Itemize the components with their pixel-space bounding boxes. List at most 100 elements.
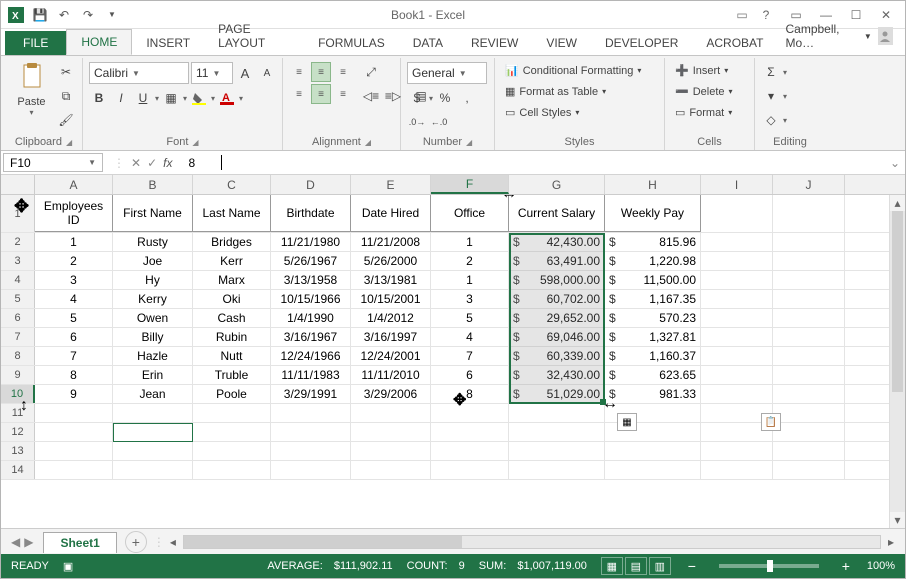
view-normal-icon[interactable]: ▦ [601,557,623,575]
cell[interactable] [701,271,773,289]
scroll-left-icon[interactable]: ◂ [165,534,181,550]
fill-color-icon[interactable] [189,88,209,108]
cell[interactable]: 3/29/2006 [351,385,431,403]
cell[interactable] [701,461,773,479]
cell[interactable]: 3/16/1997 [351,328,431,346]
row-header-12[interactable]: 12 [1,423,35,441]
row-header-7[interactable]: 7 [1,328,35,346]
sheet-tab-1[interactable]: Sheet1 [43,532,116,553]
format-as-table-button[interactable]: ▦Format as Table▾ [501,83,610,100]
cell[interactable] [701,328,773,346]
cell[interactable] [35,461,113,479]
cell[interactable]: 10/15/2001 [351,290,431,308]
view-pagebreak-icon[interactable]: ▥ [649,557,671,575]
increase-decimal-icon[interactable]: .0→ [407,112,427,132]
cell[interactable]: Oki [193,290,271,308]
cell[interactable] [35,423,113,441]
header-employees-id[interactable]: Employees ID [35,195,113,232]
cell[interactable]: 2 [431,252,509,270]
cell[interactable]: 7 [35,347,113,365]
cell[interactable] [701,252,773,270]
cell[interactable] [271,461,351,479]
row-header-8[interactable]: 8 [1,347,35,365]
align-right-icon[interactable]: ≡ [333,84,353,104]
cell[interactable] [35,442,113,460]
cell[interactable]: 1/4/1990 [271,309,351,327]
cell[interactable]: 3/29/1991 [271,385,351,403]
cell[interactable] [351,461,431,479]
cell[interactable] [701,442,773,460]
cell[interactable] [509,404,605,422]
cell[interactable]: 1 [431,233,509,251]
row-header-13[interactable]: 13 [1,442,35,460]
row-header-4[interactable]: 4 [1,271,35,289]
cell[interactable] [701,385,773,403]
save-icon[interactable]: 💾 [29,4,51,26]
row-header-14[interactable]: 14 [1,461,35,479]
cell[interactable]: Bridges [193,233,271,251]
cell[interactable]: 3/16/1967 [271,328,351,346]
cell[interactable]: $63,491.00 [509,252,605,270]
sheet-nav-prev-icon[interactable]: ◀ [11,535,20,549]
cell[interactable] [509,423,605,441]
cell[interactable]: 7 [431,347,509,365]
cell[interactable]: 12/24/1966 [271,347,351,365]
tab-review[interactable]: REVIEW [457,31,532,55]
row-header-2[interactable]: 2 [1,233,35,251]
tab-acrobat[interactable]: ACROBAT [692,31,777,55]
vscroll-thumb[interactable] [892,211,903,392]
cell[interactable]: 1/4/2012 [351,309,431,327]
col-header-C[interactable]: C [193,175,271,194]
cell[interactable] [773,347,845,365]
cell[interactable]: Nutt [193,347,271,365]
cell[interactable]: 3/13/1981 [351,271,431,289]
font-name-combo[interactable]: Calibri▼ [89,62,189,84]
cell[interactable]: $69,046.00 [509,328,605,346]
cell[interactable]: $815.96 [605,233,701,251]
cell[interactable] [605,442,701,460]
percent-icon[interactable]: % [435,88,455,108]
enter-formula-icon[interactable]: ✓ [147,156,157,170]
cell[interactable]: 8 [35,366,113,384]
redo-icon[interactable]: ↷ [77,4,99,26]
currency-icon[interactable]: $ [407,88,427,108]
col-header-F[interactable]: F [431,175,509,194]
cell[interactable] [773,385,845,403]
scroll-down-icon[interactable]: ▾ [890,512,905,528]
autosum-icon[interactable]: Σ [761,62,781,82]
tab-pagelayout[interactable]: PAGE LAYOUT [204,17,304,55]
cell[interactable]: $51,029.00 [509,385,605,403]
col-header-G[interactable]: G [509,175,605,194]
cell[interactable] [509,461,605,479]
cell[interactable]: 8 [431,385,509,403]
cell[interactable] [773,271,845,289]
cell[interactable]: 5/26/2000 [351,252,431,270]
cell[interactable] [701,366,773,384]
cell[interactable]: $60,702.00 [509,290,605,308]
cell[interactable] [773,366,845,384]
cell[interactable]: 1 [35,233,113,251]
clipboard-launcher-icon[interactable]: ◢ [66,138,72,147]
underline-button[interactable]: U [133,88,153,108]
cell[interactable]: 2 [35,252,113,270]
tab-developer[interactable]: DEVELOPER [591,31,692,55]
number-format-combo[interactable]: General▼ [407,62,487,84]
cell[interactable] [773,233,845,251]
cell[interactable]: 10/15/1966 [271,290,351,308]
account-menu[interactable]: Campbell, Mo… ▼ [777,17,901,55]
cell[interactable] [509,442,605,460]
col-header-D[interactable]: D [271,175,351,194]
cell[interactable]: 11/11/2010 [351,366,431,384]
undo-icon[interactable]: ↶ [53,4,75,26]
cell[interactable]: 5/26/1967 [271,252,351,270]
cell[interactable]: 3 [35,271,113,289]
cell[interactable] [701,195,773,232]
font-color-icon[interactable]: A [217,88,237,108]
cell[interactable]: Rubin [193,328,271,346]
fill-icon[interactable]: ▾ [761,86,781,106]
copy-icon[interactable]: ⧉ [56,86,76,106]
cell[interactable] [271,404,351,422]
cell[interactable] [605,461,701,479]
cell[interactable]: Poole [193,385,271,403]
cell[interactable]: 4 [431,328,509,346]
